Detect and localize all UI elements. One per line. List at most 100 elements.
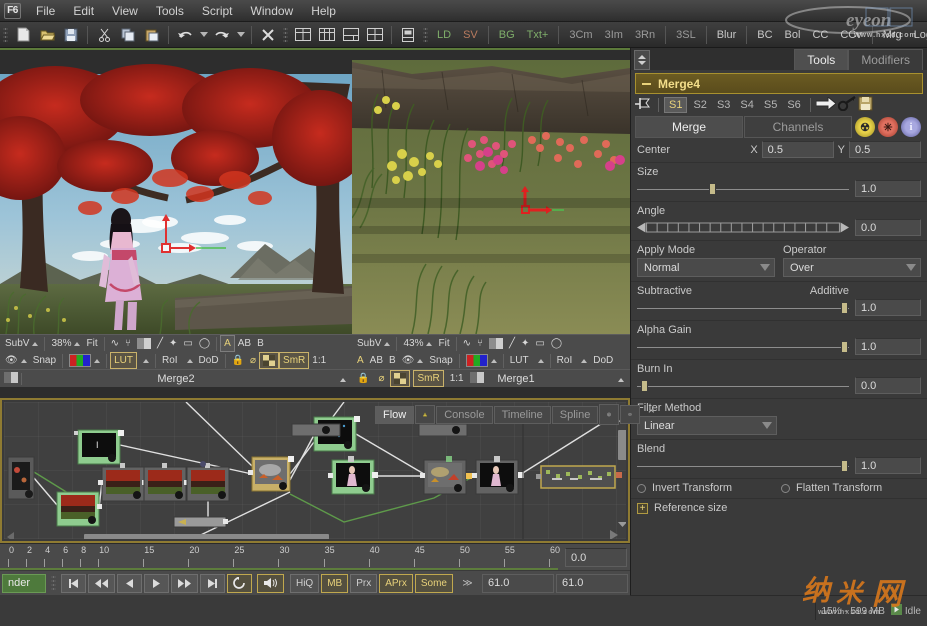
key-icon[interactable] [837, 96, 856, 114]
settings-icon[interactable]: ✳ [878, 117, 898, 137]
tool-button-bg[interactable]: BG [493, 27, 521, 43]
viewer-left-dod-button[interactable]: DoD [196, 352, 222, 369]
go-to-start-button[interactable] [61, 573, 86, 593]
state-button-s4[interactable]: S4 [736, 98, 757, 112]
flatten-transform-checkbox[interactable] [781, 483, 790, 493]
toolbar-grip[interactable] [423, 25, 428, 44]
viewer-right-snap-button[interactable]: Snap [426, 352, 455, 369]
viewer-left-namebar[interactable]: Merge2 [0, 369, 352, 387]
step-forward-fast-button[interactable] [171, 573, 198, 593]
viewer-left-expand-icon[interactable] [337, 373, 346, 385]
center-x-input[interactable]: 0.5 [761, 141, 834, 158]
layout-two-icon[interactable] [292, 24, 314, 45]
tool-button-cc[interactable]: CC [806, 27, 834, 43]
tab-merge[interactable]: Merge [635, 116, 743, 138]
viewer-right-roi-button[interactable]: RoI [554, 352, 576, 369]
rect-roi-icon[interactable]: ▭ [532, 335, 547, 352]
toolbar-grip[interactable] [3, 25, 8, 44]
state-button-s1[interactable]: S1 [664, 97, 688, 113]
viewer-right-lut-menu[interactable] [532, 352, 547, 369]
viewer-right-smr-button[interactable]: SmR [413, 370, 444, 387]
control-reference-size[interactable]: + Reference size [631, 499, 927, 518]
viewer-left-zoom-button[interactable]: 38% [48, 335, 83, 352]
ab-split-icon[interactable]: ⑂ [474, 335, 486, 352]
tab-modifiers[interactable]: Modifiers [848, 49, 923, 70]
ellipse-roi-icon[interactable]: ◯ [548, 335, 565, 352]
pin-icon[interactable] [635, 97, 653, 114]
viewer-left-roi-menu[interactable] [181, 352, 196, 369]
some-button[interactable]: Some [414, 573, 453, 593]
tab-tools[interactable]: Tools [794, 49, 849, 70]
viewer-right[interactable]: SubV 43% Fit ∿ ⑂ ╱ ✦ ▭ ◯ A AB B 👁 Snap L… [352, 48, 630, 398]
viewer-right-checker-icon[interactable] [390, 370, 411, 387]
tab-flow[interactable]: Flow [375, 405, 415, 424]
subtractive-additive-slider[interactable] [637, 301, 849, 314]
delete-icon[interactable] [257, 24, 279, 45]
tool-button-ccv[interactable]: CCv [834, 27, 867, 43]
undo-dropdown-icon[interactable] [198, 24, 209, 45]
viewer-right-spiral-icon[interactable]: ⌀ [375, 370, 387, 387]
burn-in-slider[interactable] [637, 379, 849, 392]
lock-icon[interactable]: 🔒 [229, 352, 247, 369]
viewer-left-buffer-ab[interactable]: AB [235, 335, 254, 352]
tab-spline[interactable]: Spline [551, 405, 599, 424]
mb-button[interactable]: MB [321, 573, 349, 593]
range-end-field[interactable]: 61.0 [556, 573, 628, 593]
comment-icon[interactable] [620, 405, 641, 424]
tool-button-bc[interactable]: BC [751, 27, 778, 43]
common-controls-icon[interactable]: ☢ [855, 117, 875, 137]
viewer-left-smr-button[interactable]: SmR [279, 352, 310, 369]
menu-item-tools[interactable]: Tools [147, 1, 193, 21]
viewer-right-namebar[interactable]: 🔒 ⌀ SmR 1:1 Merge1 [352, 369, 630, 387]
menu-item-view[interactable]: View [103, 1, 147, 21]
state-button-s3[interactable]: S3 [713, 98, 734, 112]
burn-in-thumb[interactable] [641, 379, 649, 392]
viewer-left-roi-button[interactable]: RoI [159, 352, 181, 369]
warning-icon[interactable] [415, 405, 436, 424]
smooth-curve-icon[interactable]: ∿ [108, 335, 122, 352]
viewer-right-roi-menu[interactable] [575, 352, 590, 369]
viewer-right-rgb-channels[interactable] [463, 352, 500, 369]
viewer-left-split-icon[interactable] [4, 371, 18, 386]
menu-item-file[interactable]: File [27, 1, 64, 21]
audio-button[interactable] [257, 573, 285, 593]
viewer-left-eye-icon[interactable]: 👁 [2, 352, 30, 369]
toolbar-grip[interactable] [283, 25, 288, 44]
viewer-right-buffer-b[interactable]: B [386, 352, 399, 369]
prx-button[interactable]: Prx [350, 573, 378, 593]
viewer-left-ratio-button[interactable]: 1:1 [309, 352, 329, 369]
menu-item-edit[interactable]: Edit [64, 1, 103, 21]
layout-single-icon[interactable] [397, 24, 419, 45]
state-button-s2[interactable]: S2 [689, 98, 710, 112]
viewer-right-buffer-ab[interactable]: AB [367, 352, 386, 369]
tab-channels[interactable]: Channels [744, 116, 852, 138]
alpha-gain-input[interactable]: 1.0 [855, 338, 921, 355]
range-start-field[interactable]: 61.0 [482, 573, 554, 593]
checker-gradient-icon[interactable] [486, 335, 506, 352]
undo-icon[interactable] [174, 24, 196, 45]
save-settings-icon[interactable] [858, 96, 873, 114]
expand-plus-icon[interactable]: + [637, 502, 648, 514]
save-icon[interactable] [60, 24, 82, 45]
invert-transform-checkbox[interactable] [637, 483, 646, 493]
alpha-gain-slider[interactable] [637, 340, 849, 353]
burn-in-input[interactable]: 0.0 [855, 377, 921, 394]
viewer-right-expand-icon[interactable] [615, 373, 624, 385]
tool-button-3cm[interactable]: 3Cm [563, 27, 598, 43]
tool-button-log[interactable]: Log [908, 27, 927, 43]
viewer-right-fit-button[interactable]: Fit [435, 335, 452, 352]
viewer-left-lut-menu[interactable] [137, 352, 152, 369]
ab-split-icon[interactable]: ⑂ [122, 335, 134, 352]
play-button[interactable] [144, 573, 169, 593]
menu-item-window[interactable]: Window [242, 1, 303, 21]
tool-button-blur[interactable]: Blur [711, 27, 743, 43]
viewer-right-zoom-button[interactable]: 43% [400, 335, 435, 352]
viewer-right-lut-button[interactable]: LUT [507, 352, 532, 369]
viewer-right-split-icon[interactable] [469, 371, 484, 386]
angle-wheel[interactable] [637, 221, 849, 234]
viewer-left-checker-icon[interactable] [259, 352, 280, 369]
viewer-left-subv-button[interactable]: SubV [2, 335, 41, 352]
viewer-left-buffer-b[interactable]: B [254, 335, 267, 352]
cut-icon[interactable] [93, 24, 115, 45]
angle-input[interactable]: 0.0 [855, 219, 921, 236]
